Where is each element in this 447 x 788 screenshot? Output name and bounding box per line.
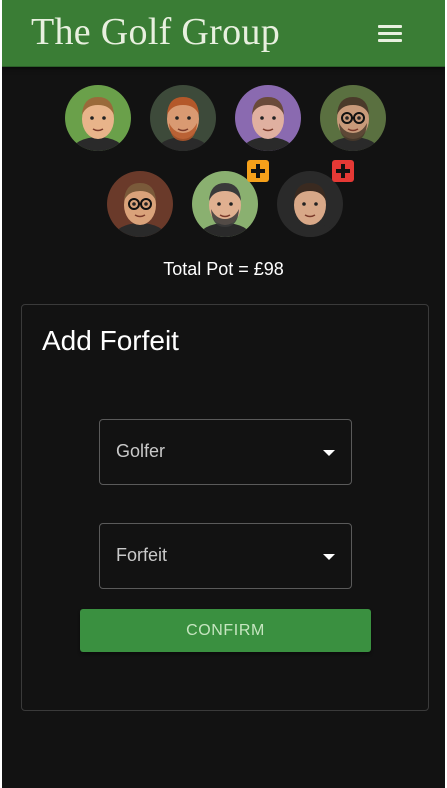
avatar-photo bbox=[320, 85, 386, 151]
add-red-badge-icon[interactable] bbox=[332, 160, 354, 182]
forfeit-select-label: Forfeit bbox=[116, 545, 168, 565]
forfeit-select[interactable]: Forfeit bbox=[99, 523, 352, 589]
total-pot: Total Pot = £98 bbox=[163, 259, 284, 279]
golfer-avatar-4[interactable] bbox=[320, 85, 386, 151]
app-screen: The Golf Group Total Pot = £98 Add Forfe… bbox=[2, 0, 445, 788]
app-header: The Golf Group bbox=[2, 0, 445, 67]
avatar-photo bbox=[150, 85, 216, 151]
confirm-button[interactable]: CONFIRM bbox=[80, 609, 371, 652]
avatar-photo bbox=[107, 171, 173, 237]
golfer-avatar-1[interactable] bbox=[65, 85, 131, 151]
golfer-select-label: Golfer bbox=[116, 441, 166, 461]
add-forfeit-card: Add Forfeit Golfer Forfeit CONFIRM bbox=[21, 304, 429, 711]
avatar-photo bbox=[65, 85, 131, 151]
card-title: Add Forfeit bbox=[42, 325, 179, 356]
chevron-down-icon bbox=[323, 554, 335, 560]
golfer-select[interactable]: Golfer bbox=[99, 419, 352, 485]
chevron-down-icon bbox=[323, 450, 335, 456]
add-orange-badge-icon[interactable] bbox=[247, 160, 269, 182]
golfer-avatar-2[interactable] bbox=[150, 85, 216, 151]
app-title: The Golf Group bbox=[31, 11, 281, 53]
hamburger-menu-icon[interactable] bbox=[372, 20, 408, 48]
golfer-avatar-3[interactable] bbox=[235, 85, 301, 151]
golfer-avatar-5[interactable] bbox=[107, 171, 173, 237]
avatar-photo bbox=[235, 85, 301, 151]
